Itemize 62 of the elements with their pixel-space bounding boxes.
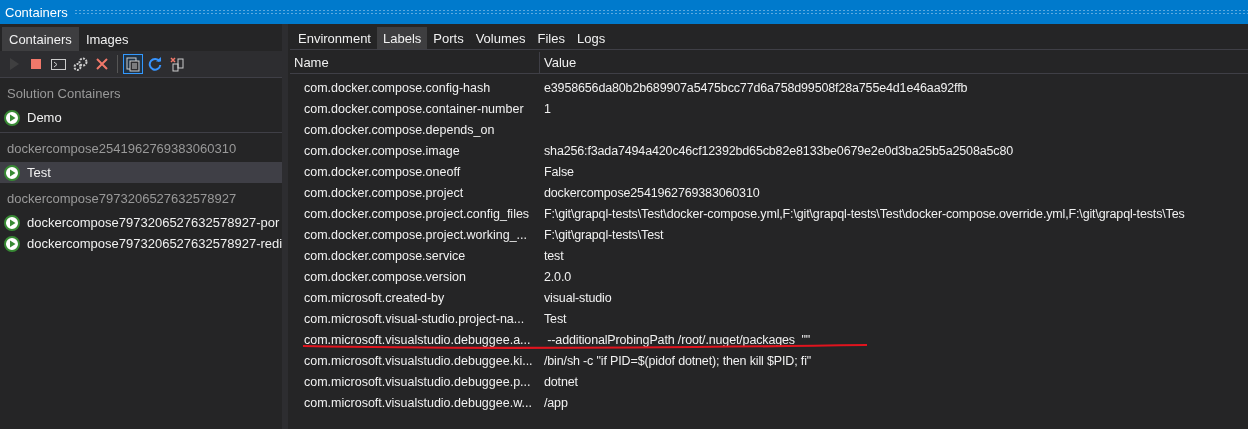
tab[interactable]: Containers bbox=[2, 27, 79, 51]
table-cell-text: com.microsoft.visualstudio.debuggee.p... bbox=[303, 374, 532, 389]
container-item[interactable]: Demo bbox=[0, 107, 282, 128]
tab[interactable]: Images bbox=[78, 27, 136, 51]
table-cell-text: /app bbox=[544, 395, 569, 410]
table-cell-text: False bbox=[544, 164, 575, 179]
gears-icon bbox=[72, 57, 88, 71]
table-cell-text: /bin/sh -c "if PID=$(pidof dotnet); then kill $PID; fi" bbox=[544, 353, 813, 368]
table-cell-text: com.microsoft.visualstudio.debuggee.ki... bbox=[303, 353, 534, 368]
table-cell-text: F:\git\grapql-tests\Test bbox=[544, 227, 665, 242]
running-icon bbox=[4, 109, 20, 126]
tab[interactable]: Labels bbox=[377, 27, 428, 49]
group-heading: Solution Containers bbox=[6, 85, 122, 103]
tab[interactable]: Volumes bbox=[469, 27, 532, 49]
table-cell-text: --additionalProbingPath /root/.nuget/packages "" bbox=[546, 332, 812, 347]
table-cell-text: com.docker.compose.depends_on bbox=[303, 122, 496, 137]
container-item[interactable]: Test bbox=[0, 162, 282, 183]
toolbar-button[interactable] bbox=[167, 54, 187, 74]
group-heading: dockercompose7973206527632578927 bbox=[6, 190, 238, 208]
table-cell-text: F:\git\grapql-tests\Test\docker-compose.yml,F:\git\grapql-tests\Test\docker-compose.override.yml,F:\git\grapql-tests\Tes bbox=[544, 206, 1186, 221]
stop-icon bbox=[31, 59, 41, 69]
terminal-icon bbox=[50, 58, 66, 70]
tab[interactable]: Files bbox=[531, 27, 571, 49]
refresh-icon bbox=[148, 57, 162, 71]
table-cell-text: com.docker.compose.project.config_files bbox=[303, 206, 531, 221]
table-cell-text: Test bbox=[544, 311, 568, 326]
table-cell-text: com.docker.compose.image bbox=[303, 143, 461, 158]
table-cell-text: 1 bbox=[544, 101, 552, 116]
column-header[interactable]: Value bbox=[540, 52, 1248, 73]
table-cell-text: e3958656da80b2b689907a5475bcc77d6a758d99508f28a755e4d1e46aa92ffb bbox=[544, 80, 969, 95]
table-cell-text: com.microsoft.created-by bbox=[303, 290, 446, 305]
table-cell-text: com.docker.compose.container-number bbox=[303, 101, 525, 116]
table-cell-text: sha256:f3ada7494a420c46cf12392bd65cb82e8133be0679e2e0d3ba25b5a2508a5c80 bbox=[544, 143, 1014, 158]
table-cell-text: dockercompose2541962769383060310 bbox=[544, 185, 761, 200]
running-icon bbox=[4, 164, 20, 181]
documents-icon bbox=[125, 56, 141, 72]
table-cell-text: com.microsoft.visual-studio.project-na... bbox=[303, 311, 526, 326]
tab[interactable]: Ports bbox=[427, 27, 470, 49]
table-cell-text: com.docker.compose.project bbox=[303, 185, 465, 200]
tab[interactable]: Logs bbox=[570, 27, 612, 49]
table-cell-text: 2.0.0 bbox=[544, 269, 573, 284]
tab[interactable]: Environment bbox=[292, 27, 377, 49]
container-item[interactable]: dockercompose7973206527632578927-redi bbox=[0, 233, 282, 254]
table-cell-text: com.docker.compose.version bbox=[303, 269, 467, 284]
table-cell-text: com.docker.compose.service bbox=[303, 248, 467, 263]
toolbar-button[interactable] bbox=[123, 54, 143, 74]
table-cell-text: com.microsoft.visualstudio.debuggee.w... bbox=[303, 395, 533, 410]
group-heading: dockercompose2541962769383060310 bbox=[6, 140, 238, 158]
table-cell-text: visual-studio bbox=[544, 290, 613, 305]
running-icon bbox=[4, 214, 20, 231]
table-cell-text: com.docker.compose.project.working_... bbox=[303, 227, 529, 242]
table-cell-text: com.docker.compose.oneoff bbox=[303, 164, 462, 179]
close-icon bbox=[96, 58, 108, 70]
table-cell-text: dotnet bbox=[544, 374, 579, 389]
window-title: Containers bbox=[5, 4, 68, 20]
table-cell-text: test bbox=[544, 248, 565, 263]
column-header[interactable]: Name bbox=[290, 52, 540, 73]
table-cell-text: com.microsoft.visualstudio.debuggee.a... bbox=[303, 332, 532, 347]
table-cell-text: com.docker.compose.config-hash bbox=[303, 80, 492, 95]
prune-icon bbox=[169, 56, 185, 72]
running-icon bbox=[4, 235, 20, 252]
container-item[interactable]: dockercompose7973206527632578927-por bbox=[0, 212, 282, 233]
